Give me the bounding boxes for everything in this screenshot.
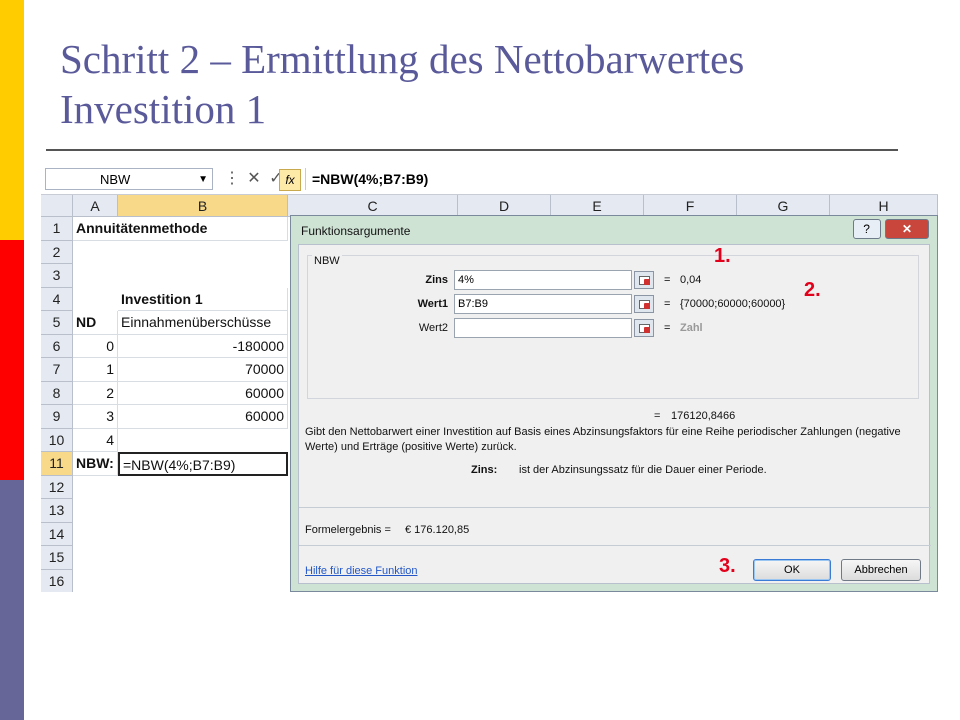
step-marker-3: 3. (719, 555, 736, 577)
cell-a10[interactable]: 4 (73, 428, 118, 452)
function-description: Gibt den Nettobarwert einer Investition … (305, 426, 901, 453)
cell-a9[interactable]: 3 (73, 405, 118, 429)
cell-b6[interactable]: -180000 (118, 334, 288, 358)
arg-result-wert1: {70000;60000;60000} (680, 298, 786, 310)
zins-input[interactable]: 4% (454, 270, 632, 290)
arg-result-wert2: Zahl (680, 322, 703, 334)
row-header[interactable]: 1 (41, 217, 73, 241)
row-header[interactable]: 12 (41, 475, 73, 499)
arg-label-wert2: Wert2 (418, 322, 448, 334)
cell-a6[interactable]: 0 (73, 334, 118, 358)
help-icon[interactable]: ? (852, 219, 881, 239)
cell-a1[interactable]: Annuitätenmethode (73, 217, 288, 241)
argument-group: NBW Zins 4% = 0,04 Wert1 B7:B9 = {70000;… (307, 255, 919, 399)
close-icon[interactable]: ✕ (885, 219, 929, 239)
dialog-body: NBW Zins 4% = 0,04 Wert1 B7:B9 = {70000;… (298, 244, 931, 584)
equals-sign: = (664, 274, 671, 286)
arg-result-zins: 0,04 (680, 274, 702, 286)
row-header[interactable]: 11 (41, 452, 73, 476)
column-header-d[interactable]: D (458, 195, 551, 217)
dots-icon: ⋮ (224, 170, 240, 187)
row-header[interactable]: 6 (41, 334, 73, 358)
equals-sign: = (664, 298, 671, 310)
cell-b7[interactable]: 70000 (118, 358, 288, 382)
cell-b4[interactable]: Investition 1 (118, 287, 288, 311)
param-description: ist der Abzinsungssatz für die Dauer ein… (519, 464, 767, 476)
accent-bar-purple (0, 480, 24, 720)
formula-input[interactable]: =NBW(4%;B7:B9) (305, 168, 938, 190)
ok-button[interactable]: OK (753, 559, 831, 581)
cell-a11[interactable]: NBW: (73, 452, 118, 476)
chevron-down-icon[interactable]: ▼ (198, 169, 208, 191)
range-select-icon[interactable] (634, 295, 654, 313)
row-header[interactable]: 10 (41, 428, 73, 452)
slide-title: Schritt 2 – Ermittlung des Nettobarwerte… (60, 34, 940, 134)
column-header-f[interactable]: F (644, 195, 737, 217)
row-header[interactable]: 8 (41, 381, 73, 405)
row-header[interactable]: 7 (41, 358, 73, 382)
insert-function-button[interactable]: fx (279, 169, 301, 191)
equals-sign: = (664, 322, 671, 334)
accent-bar-yellow (0, 0, 24, 240)
row-header[interactable]: 14 (41, 522, 73, 546)
cell-a8[interactable]: 2 (73, 381, 118, 405)
column-header-e[interactable]: E (551, 195, 644, 217)
divider (299, 545, 931, 546)
slide-title-line2: Investition 1 (60, 86, 267, 132)
row-header[interactable]: 13 (41, 499, 73, 523)
title-divider (46, 149, 898, 151)
step-marker-1: 1. (714, 245, 731, 267)
arg-label-zins: Zins (425, 274, 448, 286)
formula-result-value: € 176.120,85 (405, 524, 470, 536)
dialog-window-buttons: ? ✕ (852, 219, 929, 239)
formula-buttons: ⋮ ✕ ✓ (221, 168, 287, 190)
group-label: NBW (312, 255, 342, 267)
name-box-value: NBW (100, 172, 131, 187)
param-name: Zins: (471, 464, 498, 476)
step-marker-2: 2. (804, 279, 821, 301)
function-arguments-dialog: Funktionsargumente ? ✕ NBW Zins 4% = 0,0… (290, 215, 938, 592)
column-header-g[interactable]: G (737, 195, 830, 217)
name-box[interactable]: NBW ▼ (45, 168, 213, 190)
cell-a5[interactable]: ND (73, 311, 118, 335)
range-select-icon[interactable] (634, 319, 654, 337)
cancel-button[interactable]: Abbrechen (841, 559, 921, 581)
dialog-title: Funktionsargumente (301, 224, 411, 238)
divider (299, 507, 931, 508)
column-header-c[interactable]: C (288, 195, 458, 217)
column-header-h[interactable]: H (830, 195, 938, 217)
row-header[interactable]: 9 (41, 405, 73, 429)
wert1-input[interactable]: B7:B9 (454, 294, 632, 314)
accent-bar-red (0, 240, 24, 480)
cell-b9[interactable]: 60000 (118, 405, 288, 429)
total-equals: = (654, 410, 661, 422)
excel-screenshot: NBW ▼ ⋮ ✕ ✓ fx =NBW(4%;B7:B9) A B C D E F … (41, 164, 938, 592)
row-header[interactable]: 2 (41, 240, 73, 264)
select-all-corner[interactable] (41, 195, 73, 217)
formula-bar: NBW ▼ ⋮ ✕ ✓ fx =NBW(4%;B7:B9) (41, 164, 938, 195)
cell-b8[interactable]: 60000 (118, 381, 288, 405)
function-help-link[interactable]: Hilfe für diese Funktion (305, 565, 418, 577)
cell-a7[interactable]: 1 (73, 358, 118, 382)
row-header[interactable]: 4 (41, 287, 73, 311)
slide-title-line1: Schritt 2 – Ermittlung des Nettobarwerte… (60, 36, 745, 82)
arg-label-wert1: Wert1 (417, 298, 448, 310)
row-header[interactable]: 16 (41, 569, 73, 592)
column-header-b[interactable]: B (118, 195, 288, 217)
column-header-a[interactable]: A (73, 195, 118, 217)
cell-b5[interactable]: Einnahmenüberschüsse (118, 311, 288, 335)
range-select-icon[interactable] (634, 271, 654, 289)
row-header[interactable]: 5 (41, 311, 73, 335)
row-header[interactable]: 3 (41, 264, 73, 288)
total-result: 176120,8466 (671, 410, 736, 422)
wert2-input[interactable] (454, 318, 632, 338)
cell-b11-active[interactable]: =NBW(4%;B7:B9) (118, 452, 288, 476)
cancel-icon[interactable]: ✕ (243, 168, 265, 190)
row-header[interactable]: 15 (41, 546, 73, 570)
formula-result-label: Formelergebnis = (305, 524, 391, 536)
